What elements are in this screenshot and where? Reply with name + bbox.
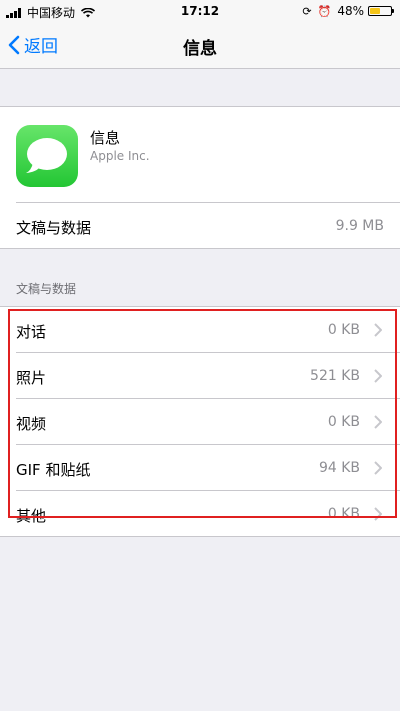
status-right: ⟳ ⏰ 48% <box>302 4 394 18</box>
list-item-value: 0 KB <box>327 322 360 338</box>
app-header-row: 信息 Apple Inc. <box>0 107 400 203</box>
storage-value: 9.9 MB <box>335 218 384 234</box>
battery-fill <box>370 8 380 14</box>
list-item-gif-stickers[interactable]: GIF 和贴纸 94 KB <box>0 445 400 491</box>
list-item-photos[interactable]: 照片 521 KB <box>0 353 400 399</box>
battery-percent: 48% <box>337 4 364 18</box>
list-item-other[interactable]: 其他 0 KB <box>0 491 400 537</box>
documents-data-row: 文稿与数据 9.9 MB <box>0 203 400 249</box>
chevron-right-icon <box>374 323 382 337</box>
battery-icon <box>368 6 394 16</box>
chevron-right-icon <box>374 369 382 383</box>
list-item-videos[interactable]: 视频 0 KB <box>0 399 400 445</box>
app-info-group: 信息 Apple Inc. 文稿与数据 9.9 MB <box>0 106 400 249</box>
navigation-bar: 返回 信息 <box>0 22 400 69</box>
chevron-right-icon <box>374 415 382 429</box>
list-item-label: 照片 <box>16 369 47 387</box>
list-item-value: 0 KB <box>327 506 360 522</box>
chevron-right-icon <box>374 507 382 521</box>
documents-list-group: 对话 0 KB 照片 521 KB 视频 0 KB GIF 和贴纸 94 KB … <box>0 306 400 537</box>
speech-bubble-icon <box>26 138 67 173</box>
list-item-label: 对话 <box>16 323 47 341</box>
chevron-right-icon <box>374 461 382 475</box>
list-item-label: 视频 <box>16 415 47 433</box>
list-item-value: 94 KB <box>318 460 360 476</box>
list-item-conversations[interactable]: 对话 0 KB <box>0 307 400 353</box>
messages-app-icon <box>16 125 78 187</box>
app-developer: Apple Inc. <box>90 149 150 163</box>
list-item-label: GIF 和贴纸 <box>16 461 91 479</box>
rotation-lock-icon: ⟳ <box>302 4 312 18</box>
status-bar: 中国移动 17:12 ⟳ ⏰ 48% <box>0 0 400 22</box>
storage-label: 文稿与数据 <box>16 219 92 237</box>
app-name: 信息 <box>90 129 121 147</box>
page-title: 信息 <box>183 39 217 59</box>
alarm-icon: ⏰ <box>317 4 332 18</box>
section-header: 文稿与数据 <box>16 282 77 296</box>
list-item-value: 0 KB <box>327 414 360 430</box>
list-item-value: 521 KB <box>310 368 360 384</box>
list-item-label: 其他 <box>16 507 47 525</box>
